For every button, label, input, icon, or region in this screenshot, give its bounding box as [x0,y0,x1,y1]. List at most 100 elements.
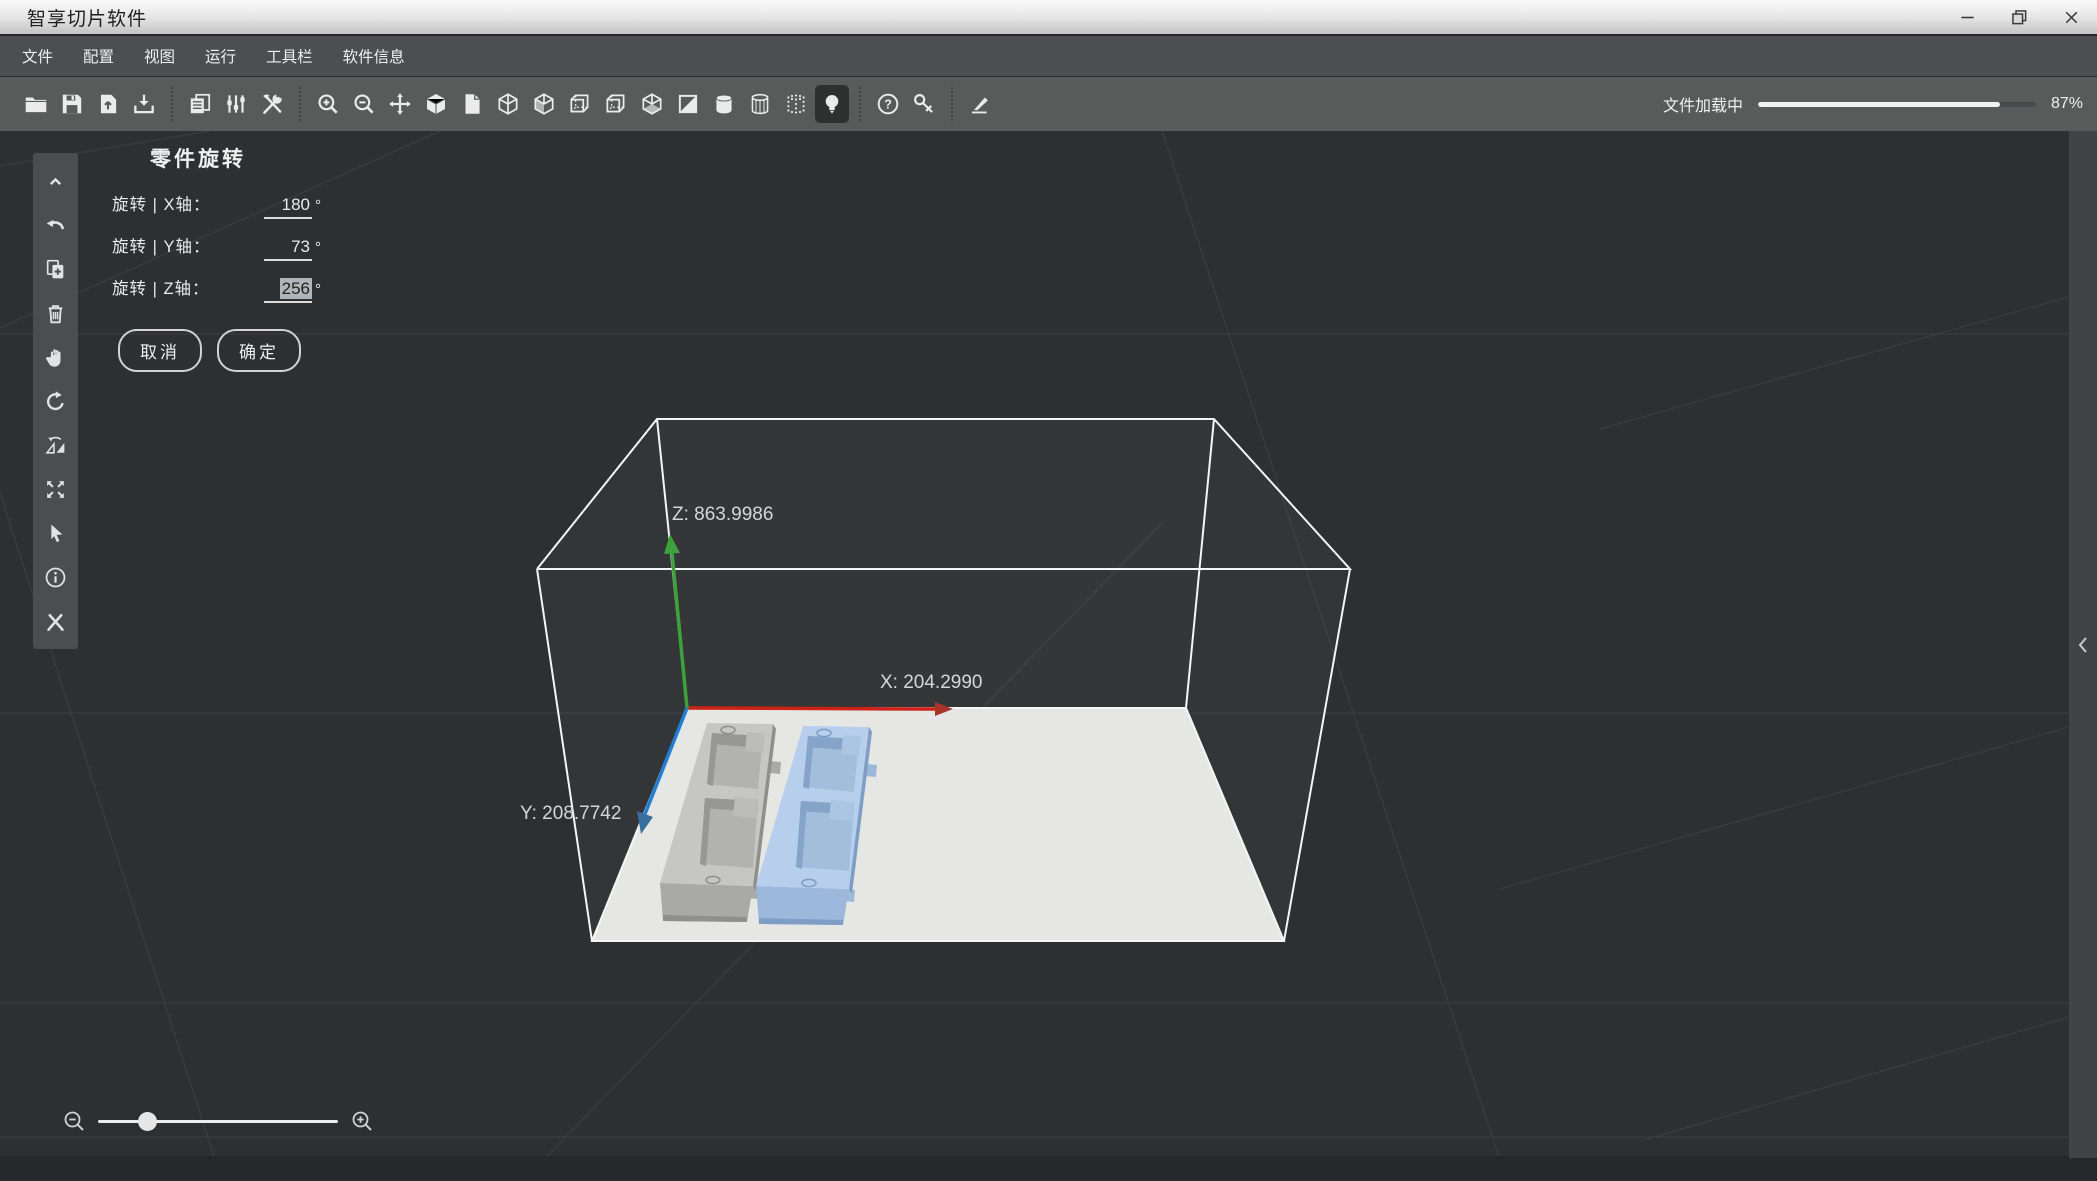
menu-software-info[interactable]: 软件信息 [335,45,413,67]
view-cylinder-button[interactable] [707,85,741,123]
hand-icon [43,345,68,370]
view-cube-dashed-2-button[interactable] [599,85,633,123]
crossed-tools-icon [43,609,68,634]
open-file-button[interactable] [19,85,53,123]
tools-button[interactable] [255,85,289,123]
cube-shaded-icon [531,91,557,117]
cube-dashed-icon [567,91,593,117]
viewport: Z: 863.9986 X: 204.2990 Y: 208.7742 零件旋转 [0,131,2097,1181]
view-cube-wireframe-button[interactable] [491,85,525,123]
help-button[interactable] [871,85,905,123]
progress-track [1757,101,2036,107]
menu-run[interactable]: 运行 [197,45,244,67]
menu-toolbar[interactable]: 工具栏 [258,45,321,67]
move-button[interactable] [383,85,417,123]
sliders-icon [223,91,249,117]
minimize-button[interactable] [1941,0,1993,34]
undo-icon [43,213,68,238]
menu-config[interactable]: 配置 [75,45,122,67]
cancel-button[interactable]: 取消 [118,329,202,372]
view-cube-dashed-1-button[interactable] [563,85,597,123]
app-title: 智享切片软件 [27,8,148,30]
menu-file[interactable]: 文件 [14,45,61,67]
cylinder-points-icon [783,91,809,117]
rotate-x-unit: ° [315,197,321,214]
view-cube-diagonal-button[interactable] [671,85,705,123]
view-sheet-button[interactable] [455,85,489,123]
export-model-button[interactable] [91,85,125,123]
export-icon [95,91,121,117]
rotate-y-row: 旋转 | Y轴： 73 ° [112,233,321,263]
zoom-out-icon[interactable] [62,1109,86,1133]
axis-label-z: Z: 863.9986 [672,504,773,525]
fit-view-button[interactable] [37,467,75,511]
expand-icon [43,477,68,502]
import-model-button[interactable] [127,85,161,123]
cut-tool-button[interactable] [963,85,997,123]
rotate-z-label: 旋转 | Z轴： [112,280,210,298]
zoom-in-icon[interactable] [350,1109,374,1133]
confirm-button[interactable]: 确定 [217,329,301,372]
application-window: 智享切片软件 文件 配置 视图 运行 工具栏 软件信息 文件加载中 87% Z:… [0,0,2097,1181]
axis-label-y: Y: 208.7742 [520,803,621,824]
knife-icon [967,91,993,117]
window-controls [1941,0,2097,34]
mirror-button[interactable] [37,423,75,467]
light-toggle-button[interactable] [815,85,849,123]
duplicate-icon [43,257,68,282]
close-icon [2061,7,2082,28]
sheet-icon [459,91,485,117]
select-button[interactable] [37,511,75,555]
progress-label: 文件加载中 [1662,98,1743,115]
cube-bottom-face-icon [639,91,665,117]
progress-fill [1757,101,2000,107]
view-cylinder-wireframe-button[interactable] [743,85,777,123]
zoom-in-button[interactable] [311,85,345,123]
bottom-bar [0,1156,2097,1181]
view-cube-solid-button[interactable] [419,85,453,123]
save-button[interactable] [55,85,89,123]
view-cube-bottom-button[interactable] [635,85,669,123]
undo-button[interactable] [37,203,75,247]
mirror-icon [43,433,68,458]
chevron-left-icon [2075,634,2091,656]
rotate-z-unit: ° [315,281,321,298]
left-tool-rail [33,153,78,649]
cube-dashed-icon [603,91,629,117]
right-panel-toggle[interactable] [2069,131,2097,1158]
menu-view[interactable]: 视图 [136,45,183,67]
restore-button[interactable] [1993,0,2045,34]
cube-wireframe-icon [495,91,521,117]
rotate-x-input[interactable]: 180 [264,195,312,219]
zoom-in-icon [315,91,341,117]
wrench-screwdriver-icon [259,91,285,117]
view-cylinder-points-button[interactable] [779,85,813,123]
parameter-sliders-button[interactable] [219,85,253,123]
zoom-out-button[interactable] [347,85,381,123]
rotate-z-input[interactable]: 256 [264,278,312,303]
rotate-z-row: 旋转 | Z轴： 256 ° [112,275,321,305]
collapse-rail-button[interactable] [37,159,75,203]
menu-bar: 文件 配置 视图 运行 工具栏 软件信息 [0,36,2097,77]
rotate-button[interactable] [37,379,75,423]
pan-button[interactable] [37,335,75,379]
license-key-button[interactable] [907,85,941,123]
view-cube-shaded-button[interactable] [527,85,561,123]
cylinder-wireframe-icon [747,91,773,117]
zoom-slider-track[interactable] [98,1111,338,1131]
form-copy-icon [187,91,213,117]
rotate-y-unit: ° [315,239,321,256]
delete-button[interactable] [37,291,75,335]
close-button[interactable] [2045,0,2097,34]
main-toolbar: 文件加载中 87% [0,77,2097,131]
rotate-ccw-icon [43,389,68,414]
info-button[interactable] [37,555,75,599]
zoom-slider-thumb[interactable] [138,1111,157,1131]
duplicate-button[interactable] [37,247,75,291]
rotate-y-input[interactable]: 73 [264,237,312,261]
toolbar-separator [951,87,953,121]
copy-settings-button[interactable] [183,85,217,123]
info-icon [43,565,68,590]
repair-tools-button[interactable] [37,599,75,643]
cube-solid-icon [423,91,449,117]
